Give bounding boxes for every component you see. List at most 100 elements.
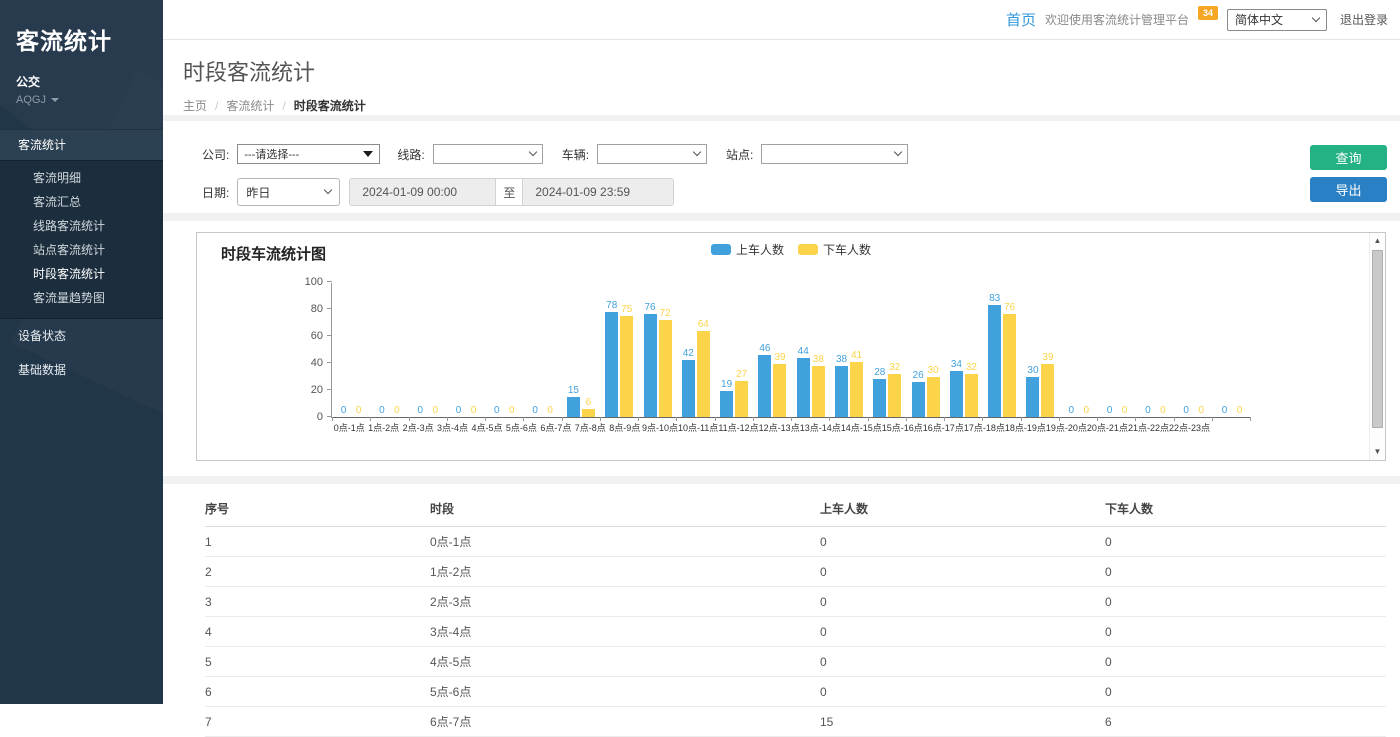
cell-boarding: 0 — [820, 587, 1105, 617]
y-axis-tick-mark — [327, 389, 332, 390]
cell-boarding: 0 — [820, 647, 1105, 677]
bar-boarding: 28 — [873, 283, 886, 417]
bar-value-label: 30 — [1027, 365, 1038, 376]
welcome-text: 欢迎使用客流统计管理平台 — [1045, 11, 1189, 28]
station-select[interactable] — [761, 144, 908, 164]
bar-value-label: 0 — [1198, 405, 1204, 416]
bar-group: 00 — [370, 283, 408, 417]
bar-alighting: 0 — [1195, 283, 1208, 417]
scrollbar-down-arrow[interactable]: ▼ — [1370, 445, 1385, 459]
chevron-down-icon — [1312, 13, 1320, 21]
sidebar-item-line-stats[interactable]: 线路客流统计 — [0, 214, 163, 238]
cell-period: 6点-7点 — [430, 707, 820, 737]
bar-value-label: 26 — [913, 370, 924, 381]
bar-boarding: 0 — [1103, 283, 1116, 417]
sidebar-group-base-data[interactable]: 基础数据 — [0, 353, 163, 387]
bar-alighting: 75 — [620, 283, 633, 417]
x-axis-label: 5点-6点 — [504, 421, 538, 434]
bar-alighting: 32 — [965, 283, 978, 417]
cell-alighting: 0 — [1105, 587, 1386, 617]
cell-alighting: 6 — [1105, 707, 1386, 737]
breadcrumb-home[interactable]: 主页 — [183, 97, 207, 114]
date-preset-value: 昨日 — [246, 184, 270, 201]
legend-swatch-icon — [798, 244, 818, 255]
bar-value-label: 39 — [774, 352, 785, 363]
bar-value-label: 0 — [1237, 405, 1243, 416]
bar-boarding: 38 — [835, 283, 848, 417]
bar-group: 156 — [562, 283, 600, 417]
app-title: 客流统计 — [16, 22, 147, 56]
chevron-down-icon — [894, 148, 902, 156]
legend-item[interactable]: 上车人数 — [711, 241, 784, 258]
page-title: 时段客流统计 — [183, 55, 1400, 87]
bar-group: 3841 — [830, 283, 868, 417]
line-select[interactable] — [433, 144, 543, 164]
x-axis-label: 6点-7点 — [539, 421, 573, 434]
topbar: 首页 欢迎使用客流统计管理平台 34 简体中文 退出登录 — [163, 0, 1400, 40]
vehicle-select[interactable] — [597, 144, 707, 164]
bar-value-label: 34 — [951, 359, 962, 370]
bar-group: 7672 — [638, 283, 676, 417]
bar-rect — [1003, 314, 1016, 417]
x-axis-label: 2点-3点 — [401, 421, 435, 434]
chart-vertical-scrollbar[interactable]: ▲ ▼ — [1369, 233, 1385, 460]
sidebar-item-passenger-summary[interactable]: 客流汇总 — [0, 190, 163, 214]
cell-alighting: 0 — [1105, 617, 1386, 647]
org-selector[interactable]: AQGJ — [16, 94, 147, 106]
export-button[interactable]: 导出 — [1310, 177, 1387, 202]
scrollbar-thumb[interactable] — [1372, 250, 1383, 428]
bar-group: 00 — [523, 283, 561, 417]
bar-value-label: 0 — [456, 405, 462, 416]
query-button[interactable]: 查询 — [1310, 145, 1387, 170]
bar-value-label: 0 — [356, 405, 362, 416]
bar-group: 4639 — [753, 283, 791, 417]
sidebar-group-device-status[interactable]: 设备状态 — [0, 319, 163, 353]
language-select[interactable]: 简体中文 — [1227, 9, 1327, 31]
chart-section: 时段车流统计图 上车人数下车人数 00000000000015678757672… — [163, 221, 1400, 476]
filter-panel: 公司: ---请选择--- 线路: 车辆: 站点: — [163, 121, 1400, 213]
bar-value-label: 0 — [1069, 405, 1075, 416]
bar-group: 00 — [1136, 283, 1174, 417]
bar-rect — [873, 379, 886, 417]
bar-boarding: 26 — [912, 283, 925, 417]
bar-boarding: 42 — [682, 283, 695, 417]
bar-value-label: 78 — [606, 300, 617, 311]
x-axis-label: 21点-22点 — [1128, 421, 1169, 434]
y-axis-tick-mark — [327, 416, 332, 417]
sidebar-item-passenger-detail[interactable]: 客流明细 — [0, 166, 163, 190]
period-traffic-chart: 时段车流统计图 上车人数下车人数 00000000000015678757672… — [196, 232, 1386, 461]
divider-band — [163, 476, 1400, 484]
bar-alighting: 39 — [1041, 283, 1054, 417]
bar-value-label: 6 — [586, 397, 592, 408]
bar-value-label: 0 — [1160, 405, 1166, 416]
dropdown-arrow-icon — [363, 151, 373, 157]
bar-boarding: 0 — [1180, 283, 1193, 417]
breadcrumb-passenger-stats[interactable]: 客流统计 — [226, 97, 274, 114]
table-row: 10点-1点00 — [205, 527, 1386, 557]
bar-group: 8376 — [983, 283, 1021, 417]
company-select[interactable]: ---请选择--- — [237, 144, 380, 164]
bar-value-label: 75 — [621, 304, 632, 315]
sidebar-group-passenger-stats[interactable]: 客流统计 — [0, 129, 163, 160]
legend-item[interactable]: 下车人数 — [798, 241, 871, 258]
sidebar-item-period-stats[interactable]: 时段客流统计 — [0, 262, 163, 286]
cell-alighting: 0 — [1105, 527, 1386, 557]
sidebar-item-trend-chart[interactable]: 客流量趋势图 — [0, 286, 163, 310]
bar-group: 00 — [485, 283, 523, 417]
x-axis-label: 10点-11点 — [678, 421, 718, 434]
scrollbar-up-arrow[interactable]: ▲ — [1370, 234, 1385, 248]
logout-link[interactable]: 退出登录 — [1340, 11, 1388, 28]
bar-alighting: 0 — [505, 283, 518, 417]
breadcrumb-separator: / — [215, 99, 218, 113]
sidebar-item-station-stats[interactable]: 站点客流统计 — [0, 238, 163, 262]
cell-index: 1 — [205, 527, 430, 557]
bar-value-label: 0 — [1122, 405, 1128, 416]
date-from-input[interactable]: 2024-01-09 00:00 — [349, 178, 496, 206]
home-link[interactable]: 首页 — [1006, 9, 1036, 30]
bar-group: 00 — [1213, 283, 1251, 417]
y-axis-tick-label: 20 — [311, 384, 323, 396]
date-to-input[interactable]: 2024-01-09 23:59 — [522, 178, 674, 206]
bar-group: 4438 — [792, 283, 830, 417]
date-preset-select[interactable]: 昨日 — [237, 178, 340, 206]
x-axis-label: 22点-23点 — [1169, 421, 1210, 434]
